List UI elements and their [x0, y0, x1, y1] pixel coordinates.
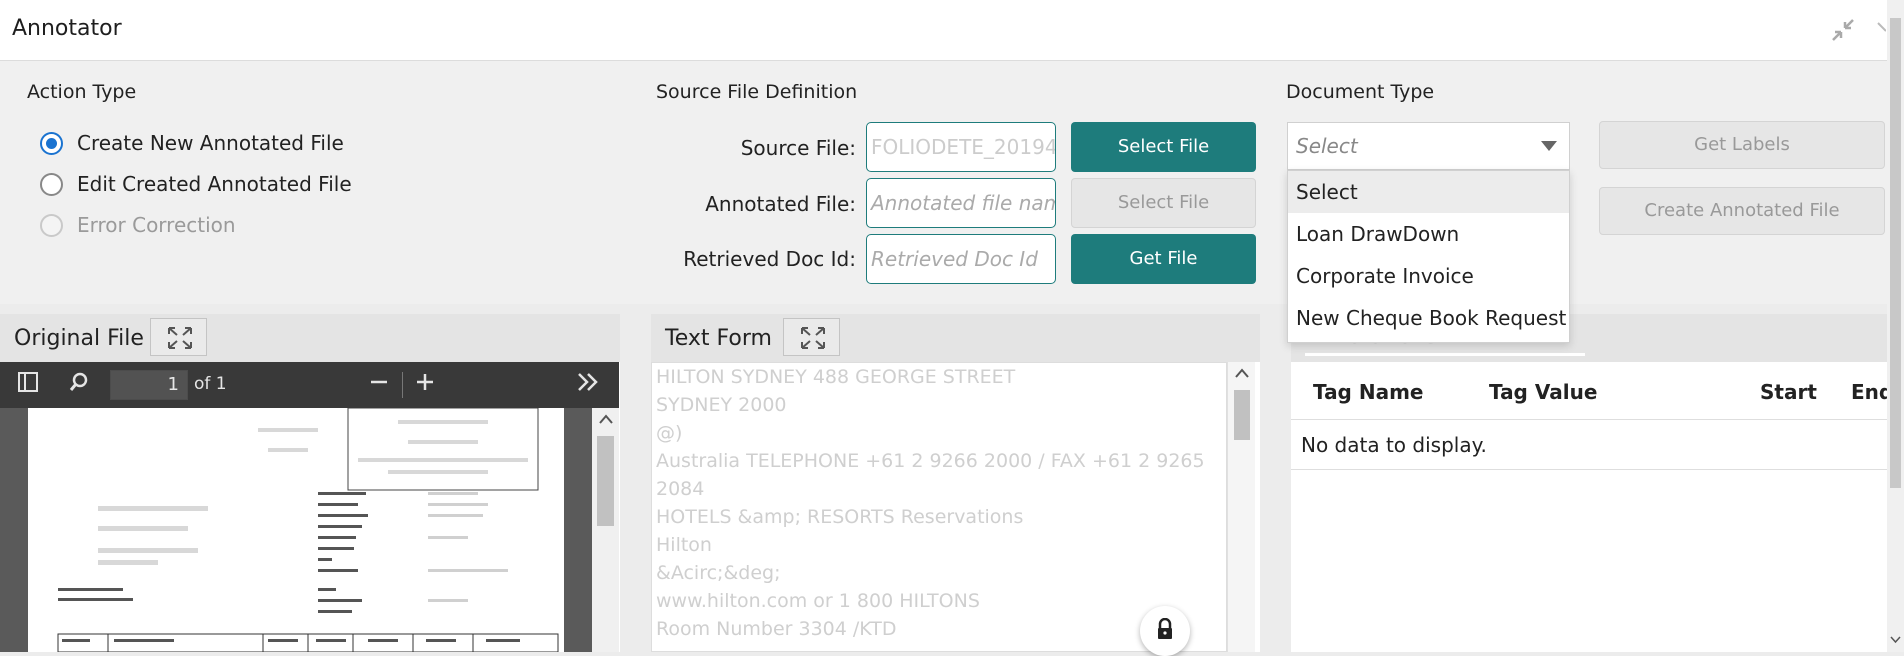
page-count-label: of 1 — [194, 374, 227, 394]
source-file-definition-heading: Source File Definition — [656, 81, 858, 103]
text-line: SYDNEY 2000 — [656, 394, 787, 416]
expand-text-form-button[interactable] — [783, 318, 840, 356]
text-line: 2084 — [656, 478, 705, 500]
radio-create-new[interactable]: Create New Annotated File — [40, 131, 344, 155]
pdf-viewer[interactable] — [0, 408, 619, 652]
expand-original-button[interactable] — [150, 318, 207, 356]
dropdown-option[interactable]: Corporate Invoice — [1288, 255, 1569, 297]
expand-icon — [168, 327, 192, 349]
chevron-down-icon[interactable] — [1541, 141, 1557, 151]
annotated-file-input[interactable]: Annotated file nam — [866, 178, 1056, 228]
radio-label: Create New Annotated File — [77, 131, 344, 155]
toolbar-divider — [402, 372, 403, 398]
column-header-tag-value[interactable]: Tag Value — [1489, 380, 1597, 404]
text-line: HOTELS &amp; RESORTS Reservations — [656, 506, 1024, 528]
annotations-panel: Annotations Tag Name Tag Value Start End… — [1291, 314, 1893, 652]
scroll-down-icon[interactable] — [1890, 636, 1901, 644]
scroll-up-icon[interactable] — [599, 414, 613, 424]
get-file-button[interactable]: Get File — [1071, 234, 1256, 284]
scroll-up-icon[interactable] — [1235, 368, 1249, 378]
get-labels-button[interactable]: Get Labels — [1599, 121, 1885, 169]
text-line: &Acirc;&deg; — [656, 562, 781, 584]
select-annotated-file-button[interactable]: Select File — [1071, 178, 1256, 228]
text-form-scrollbar[interactable] — [1227, 362, 1255, 652]
lock-icon — [1158, 618, 1172, 639]
radio-button[interactable] — [40, 172, 63, 196]
more-tools-icon[interactable] — [576, 371, 600, 399]
action-type-heading: Action Type — [27, 81, 137, 103]
close-icon[interactable] — [1876, 17, 1887, 47]
scrollbar-thumb[interactable] — [597, 436, 614, 526]
text-form-header: Text Form — [651, 314, 1260, 362]
window-title: Annotator — [12, 16, 122, 41]
radio-label: Edit Created Annotated File — [77, 172, 352, 196]
source-file-input[interactable]: FOLIODETE_201946 — [866, 122, 1056, 172]
table-header-row: Tag Name Tag Value Start End — [1291, 362, 1893, 420]
empty-table-message: No data to display. — [1291, 420, 1887, 470]
scrollbar-thumb[interactable] — [1890, 18, 1901, 488]
text-form-panel: Text Form HILTON SYDNEY 488 GEORGE STREE… — [651, 314, 1260, 656]
page-number-input[interactable]: 1 — [110, 370, 188, 400]
source-file-label: Source File: — [740, 136, 856, 160]
annotations-table: Tag Name Tag Value Start End No data to … — [1291, 362, 1893, 470]
title-bar: Annotator — [0, 0, 1904, 61]
radio-edit-created[interactable]: Edit Created Annotated File — [40, 172, 352, 196]
expand-icon — [801, 327, 825, 349]
retrieved-doc-id-label: Retrieved Doc Id: — [683, 247, 856, 271]
radio-button[interactable] — [40, 131, 63, 155]
original-file-header: Original File — [0, 314, 620, 362]
document-type-dropdown: Select Loan DrawDown Corporate Invoice N… — [1287, 170, 1570, 343]
scrollbar-thumb[interactable] — [1234, 390, 1250, 440]
text-line: @) — [656, 422, 683, 444]
radio-error-correction: Error Correction — [40, 213, 236, 237]
create-annotated-file-button[interactable]: Create Annotated File — [1599, 187, 1885, 235]
lock-button[interactable] — [1140, 606, 1190, 656]
text-line: HILTON SYDNEY 488 GEORGE STREET — [656, 366, 1016, 388]
text-line: www.hilton.com or 1 800 HILTONS — [656, 590, 980, 612]
radio-label: Error Correction — [77, 213, 236, 237]
page-scrollbar[interactable] — [1887, 0, 1904, 652]
retrieved-doc-id-input[interactable]: Retrieved Doc Id — [866, 234, 1056, 284]
pdf-toolbar: 1 of 1 — [0, 362, 619, 408]
text-form-content[interactable]: HILTON SYDNEY 488 GEORGE STREET SYDNEY 2… — [651, 362, 1227, 652]
pdf-scrollbar[interactable] — [592, 408, 619, 652]
invoice-image — [57, 408, 559, 652]
collapse-icon[interactable] — [1830, 17, 1856, 49]
select-source-file-button[interactable]: Select File — [1071, 122, 1256, 172]
original-file-title: Original File — [14, 326, 144, 351]
dropdown-option[interactable]: New Cheque Book Request — [1288, 297, 1569, 339]
text-line: Hilton — [656, 534, 712, 556]
dropdown-option[interactable]: Select — [1288, 171, 1569, 213]
zoom-in-icon[interactable] — [415, 371, 435, 399]
search-icon[interactable] — [68, 371, 90, 399]
document-type-select[interactable]: Select — [1287, 122, 1570, 170]
sidebar-toggle-icon[interactable] — [17, 371, 39, 399]
column-header-tag-name[interactable]: Tag Name — [1313, 380, 1423, 404]
zoom-out-icon[interactable] — [370, 371, 388, 399]
dropdown-option[interactable]: Loan DrawDown — [1288, 213, 1569, 255]
annotated-file-label: Annotated File: — [705, 192, 856, 216]
original-file-panel: Original File 1 of 1 — [0, 314, 620, 652]
pdf-page-thumbnail — [28, 408, 564, 652]
text-form-title: Text Form — [665, 326, 772, 351]
column-header-start[interactable]: Start — [1760, 380, 1817, 404]
definition-panel: Action Type Create New Annotated File Ed… — [0, 61, 1904, 304]
select-value: Select — [1296, 134, 1358, 158]
radio-button — [40, 213, 63, 237]
text-line: Australia TELEPHONE +61 2 9266 2000 / FA… — [656, 450, 1205, 472]
document-type-heading: Document Type — [1286, 81, 1435, 103]
